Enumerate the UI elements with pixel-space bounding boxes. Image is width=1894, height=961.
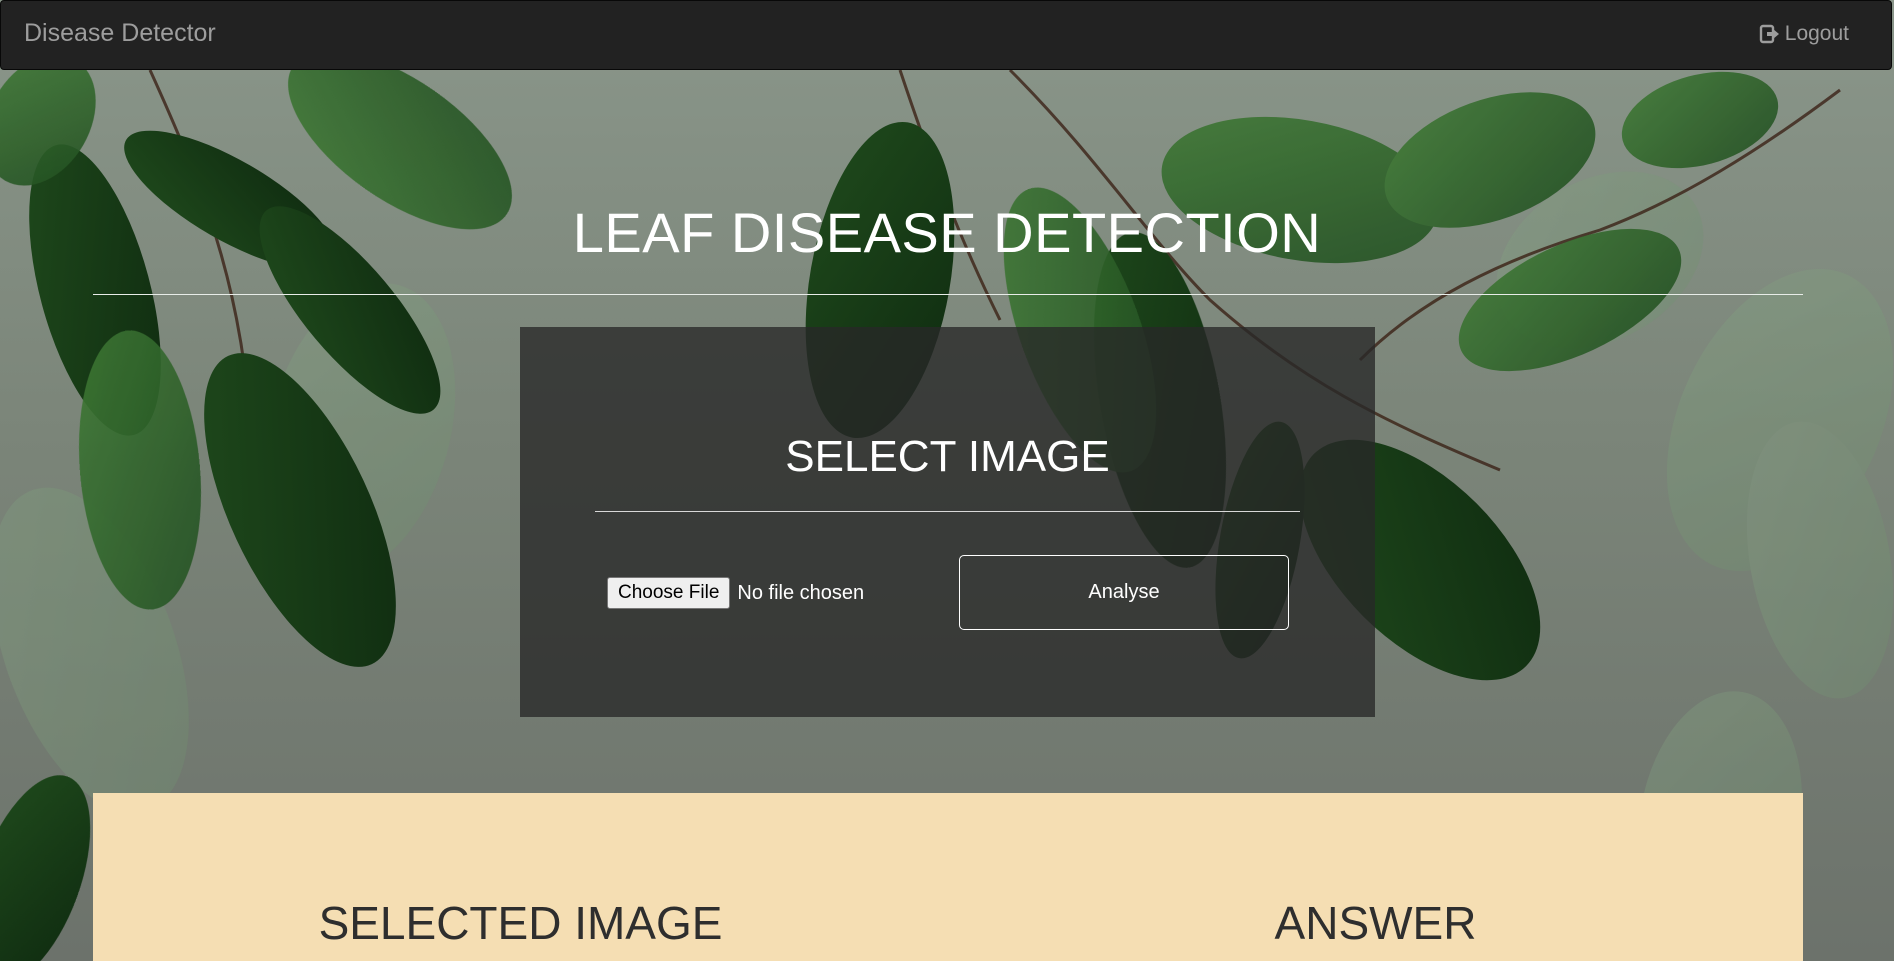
choose-file-button[interactable]: Choose File <box>607 577 731 609</box>
selected-image-heading: SELECTED IMAGE <box>318 897 723 949</box>
select-image-panel: SELECT IMAGE Choose File No file chosen … <box>520 327 1375 717</box>
logout-icon <box>1759 23 1781 45</box>
file-status-text: No file chosen <box>737 581 865 604</box>
title-divider <box>93 294 1803 295</box>
top-navbar: Disease Detector Logout <box>0 0 1892 70</box>
page-title: LEAF DISEASE DETECTION <box>572 201 1322 264</box>
select-image-heading: SELECT IMAGE <box>785 432 1110 481</box>
logout-label: Logout <box>1784 22 1849 45</box>
logout-link[interactable]: Logout <box>1759 22 1849 46</box>
results-panel: SELECTED IMAGE ANSWER <box>93 793 1803 961</box>
answer-heading: ANSWER <box>1274 897 1477 949</box>
file-input[interactable]: Choose File No file chosen <box>607 577 864 609</box>
select-image-divider <box>595 511 1300 512</box>
analyse-button[interactable]: Analyse <box>959 555 1289 630</box>
navbar-brand[interactable]: Disease Detector <box>24 19 216 48</box>
